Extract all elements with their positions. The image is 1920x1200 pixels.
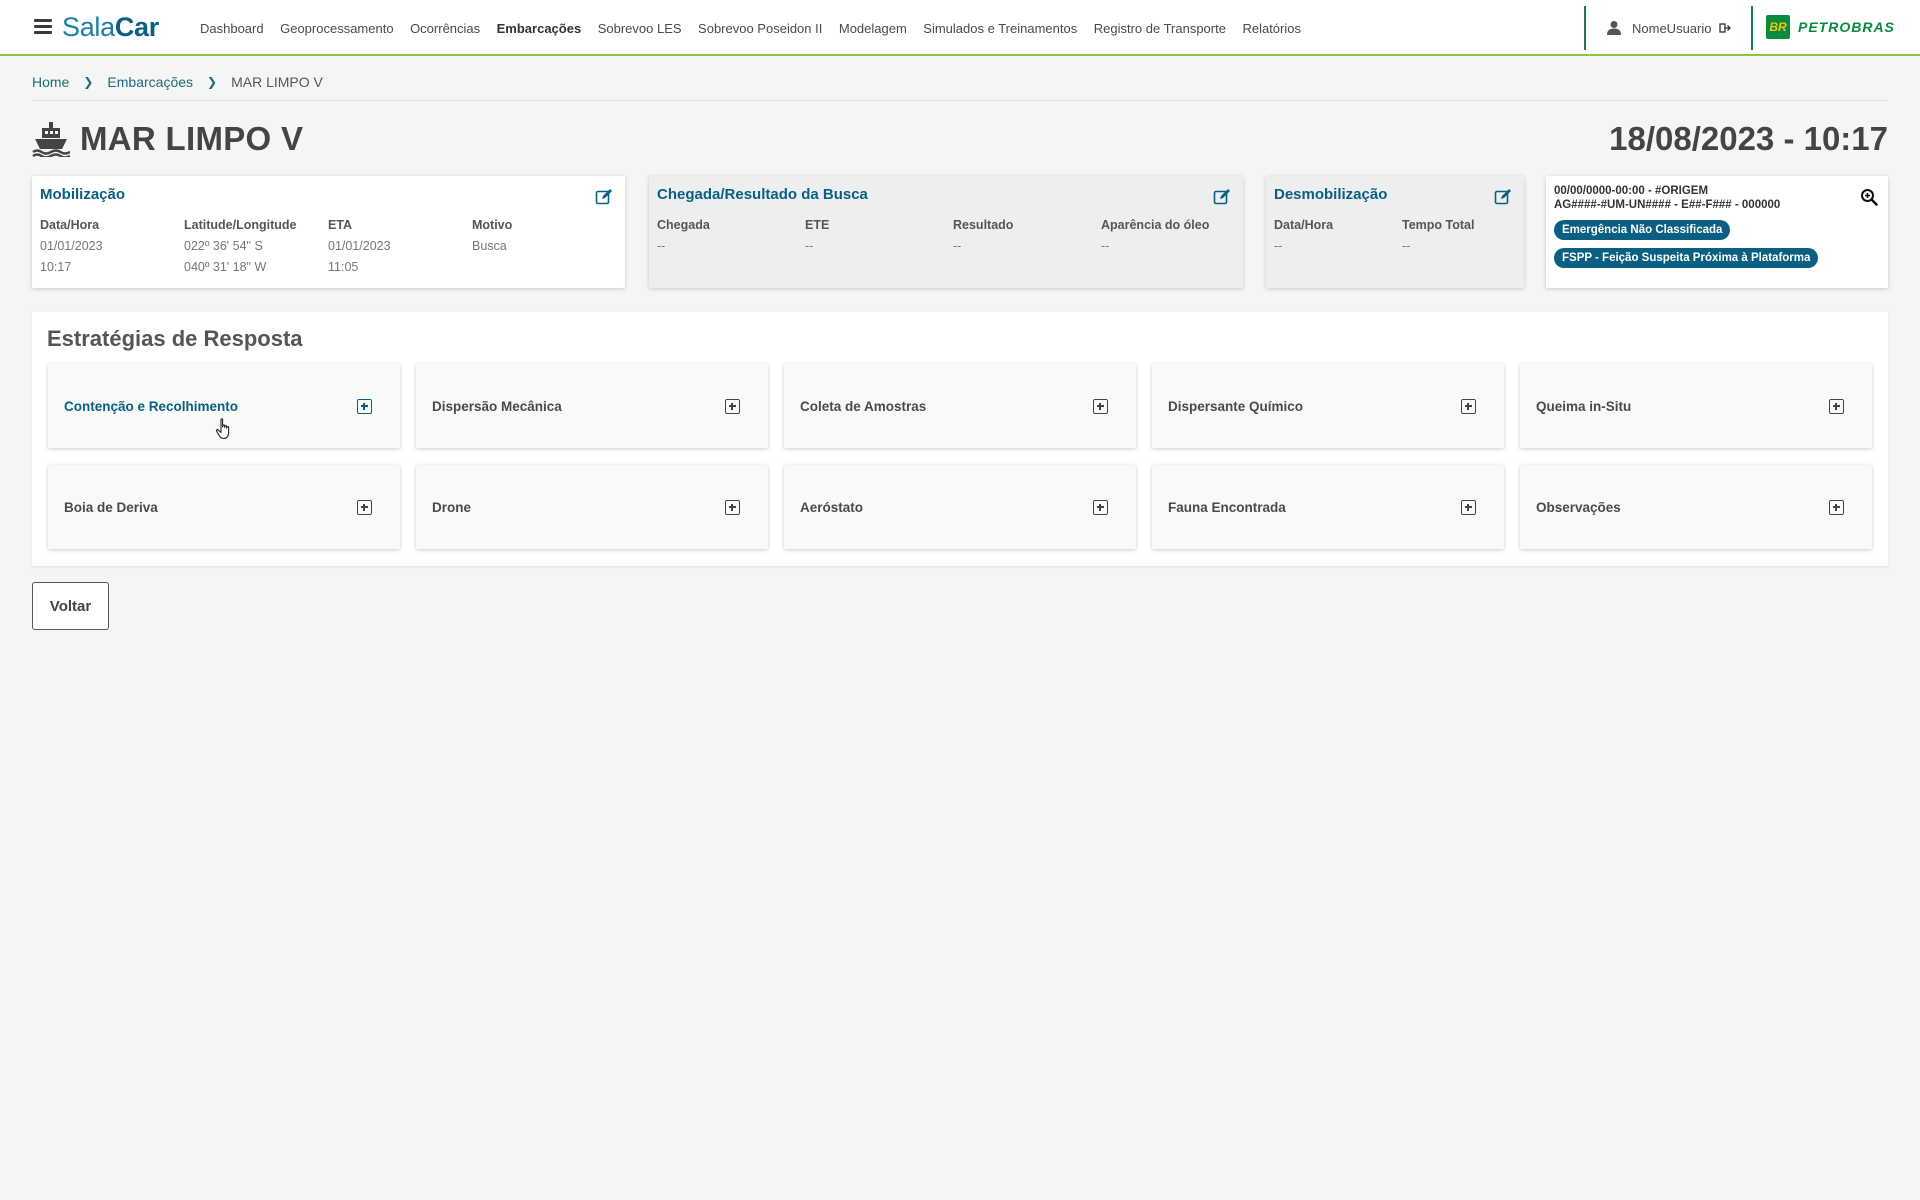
- strategy-dispersante-quimico[interactable]: Dispersante Químico: [1152, 364, 1504, 448]
- user-icon: [1607, 21, 1621, 35]
- plus-square-icon[interactable]: [725, 399, 740, 414]
- plus-square-icon[interactable]: [1829, 500, 1844, 515]
- section-title: Estratégias de Resposta: [47, 326, 303, 351]
- page-title: MAR LIMPO V: [80, 120, 304, 157]
- plus-square-icon[interactable]: [1093, 500, 1108, 515]
- chegada-col-aparencia: Aparência do óleo --: [1101, 218, 1210, 253]
- chevron-right-icon: ❯: [83, 75, 94, 89]
- logout-icon[interactable]: [1719, 22, 1732, 34]
- strategy-label: Fauna Encontrada: [1168, 499, 1286, 515]
- desmob-col-tempo-total: Tempo Total --: [1402, 218, 1475, 253]
- top-navbar: SalaCar Dashboard Geoprocessamento Ocorr…: [0, 0, 1920, 56]
- page-datetime: 18/08/2023 - 10:17: [1609, 120, 1888, 157]
- strategy-observacoes[interactable]: Observações: [1520, 465, 1872, 549]
- plus-square-icon[interactable]: [357, 500, 372, 515]
- mob-col-motivo: Motivo Busca: [472, 218, 513, 253]
- edit-icon[interactable]: [1494, 188, 1512, 206]
- chegada-col-resultado: Resultado --: [953, 218, 1014, 253]
- strategy-label: Aeróstato: [800, 499, 864, 515]
- occurrence-line1: 00/00/0000-00:00 - #ORIGEM: [1554, 185, 1709, 197]
- occurrence-line2: AG####-#UM-UN#### - E##-F### - 000000: [1554, 199, 1781, 211]
- nav-divider: [1751, 6, 1753, 50]
- strategy-label: Queima in-Situ: [1536, 398, 1632, 414]
- edit-icon[interactable]: [1213, 188, 1231, 206]
- strategy-coleta-amostras[interactable]: Coleta de Amostras: [784, 364, 1136, 448]
- page-header: MAR LIMPO V: [32, 120, 303, 158]
- chegada-col-chegada: Chegada --: [657, 218, 710, 253]
- plus-square-icon[interactable]: [1093, 399, 1108, 414]
- mobilizacao-card: Mobilização Data/Hora 01/01/2023 10:17 L…: [32, 176, 625, 288]
- strategy-fauna-encontrada[interactable]: Fauna Encontrada: [1152, 465, 1504, 549]
- hand-cursor-icon: [215, 418, 230, 440]
- desmobilizacao-card: Desmobilização Data/Hora -- Tempo Total …: [1266, 176, 1524, 288]
- plus-square-icon[interactable]: [1461, 500, 1476, 515]
- breadcrumb-current: MAR LIMPO V: [231, 74, 323, 90]
- nav-item-relatorios[interactable]: Relatórios: [1242, 21, 1301, 36]
- ship-icon: [32, 122, 70, 157]
- strategy-label: Coleta de Amostras: [800, 398, 927, 414]
- edit-icon[interactable]: [595, 188, 613, 206]
- strategy-label: Contenção e Recolhimento: [64, 398, 239, 414]
- strategy-label: Boia de Deriva: [64, 499, 158, 515]
- brand-part2: Car: [114, 12, 159, 42]
- mob-col-datahora: Data/Hora 01/01/2023 10:17: [40, 218, 103, 274]
- strategy-drone[interactable]: Drone: [416, 465, 768, 549]
- plus-square-icon[interactable]: [1461, 399, 1476, 414]
- strategy-dispersao-mecanica[interactable]: Dispersão Mecânica: [416, 364, 768, 448]
- nav-item-embarcacoes[interactable]: Embarcações: [497, 21, 582, 36]
- nav-divider: [1584, 6, 1586, 50]
- desmob-col-datahora: Data/Hora --: [1274, 218, 1334, 253]
- card-title: Mobilização: [40, 186, 126, 203]
- brand-part1: Sala: [62, 12, 115, 42]
- nav-item-ocorrencias[interactable]: Ocorrências: [410, 21, 480, 36]
- nav-item-modelagem[interactable]: Modelagem: [839, 21, 907, 36]
- card-title: Desmobilização: [1274, 186, 1388, 203]
- strategy-aerostato[interactable]: Aeróstato: [784, 465, 1136, 549]
- petrobras-mark: BR: [1766, 15, 1790, 39]
- mob-col-eta: ETA 01/01/2023 11:05: [328, 218, 391, 274]
- plus-square-icon[interactable]: [357, 399, 372, 414]
- main-nav: Dashboard Geoprocessamento Ocorrências E…: [200, 0, 1317, 56]
- user-menu[interactable]: NomeUsuario: [1606, 0, 1732, 56]
- back-button[interactable]: Voltar: [32, 582, 109, 630]
- strategy-queima-in-situ[interactable]: Queima in-Situ: [1520, 364, 1872, 448]
- breadcrumb-section[interactable]: Embarcações: [107, 74, 193, 90]
- nav-item-sobrevoo-poseidon[interactable]: Sobrevoo Poseidon II: [698, 21, 822, 36]
- zoom-in-icon[interactable]: [1860, 188, 1878, 206]
- app-logo[interactable]: SalaCar: [62, 11, 159, 43]
- occurrence-card: 00/00/0000-00:00 - #ORIGEM AG####-#UM-UN…: [1546, 176, 1888, 288]
- plus-square-icon[interactable]: [1829, 399, 1844, 414]
- nav-item-sobrevoo-les[interactable]: Sobrevoo LES: [598, 21, 682, 36]
- strategy-label: Dispersão Mecânica: [432, 398, 562, 414]
- strategy-boia-deriva[interactable]: Boia de Deriva: [48, 465, 400, 549]
- menu-icon[interactable]: [34, 19, 52, 35]
- breadcrumb: Home ❯ Embarcações ❯ MAR LIMPO V: [32, 74, 323, 90]
- strategy-label: Dispersante Químico: [1168, 398, 1304, 414]
- status-badge[interactable]: Emergência Não Classificada: [1554, 220, 1731, 240]
- breadcrumb-divider: [32, 100, 1888, 101]
- mob-col-latlong: Latitude/Longitude 022º 36' 54" S 040º 3…: [184, 218, 297, 274]
- chegada-card: Chegada/Resultado da Busca Chegada -- ET…: [649, 176, 1243, 288]
- chegada-col-ete: ETE --: [805, 218, 830, 253]
- strategies-panel: Estratégias de Resposta Contenção e Reco…: [32, 312, 1888, 566]
- breadcrumb-home[interactable]: Home: [32, 74, 69, 90]
- nav-item-simulados[interactable]: Simulados e Treinamentos: [923, 21, 1077, 36]
- nav-item-registro-transporte[interactable]: Registro de Transporte: [1094, 21, 1226, 36]
- company-logo: BR PETROBRAS: [1766, 15, 1895, 39]
- card-title: Chegada/Resultado da Busca: [657, 186, 868, 203]
- chevron-right-icon: ❯: [207, 75, 218, 89]
- status-badge[interactable]: FSPP - Feição Suspeita Próxima à Platafo…: [1554, 248, 1819, 268]
- nav-item-geoprocessamento[interactable]: Geoprocessamento: [280, 21, 393, 36]
- nav-item-dashboard[interactable]: Dashboard: [200, 21, 264, 36]
- plus-square-icon[interactable]: [725, 500, 740, 515]
- company-name: PETROBRAS: [1798, 19, 1895, 35]
- strategy-label: Observações: [1536, 499, 1621, 515]
- user-name: NomeUsuario: [1632, 20, 1712, 36]
- strategy-label: Drone: [432, 499, 472, 515]
